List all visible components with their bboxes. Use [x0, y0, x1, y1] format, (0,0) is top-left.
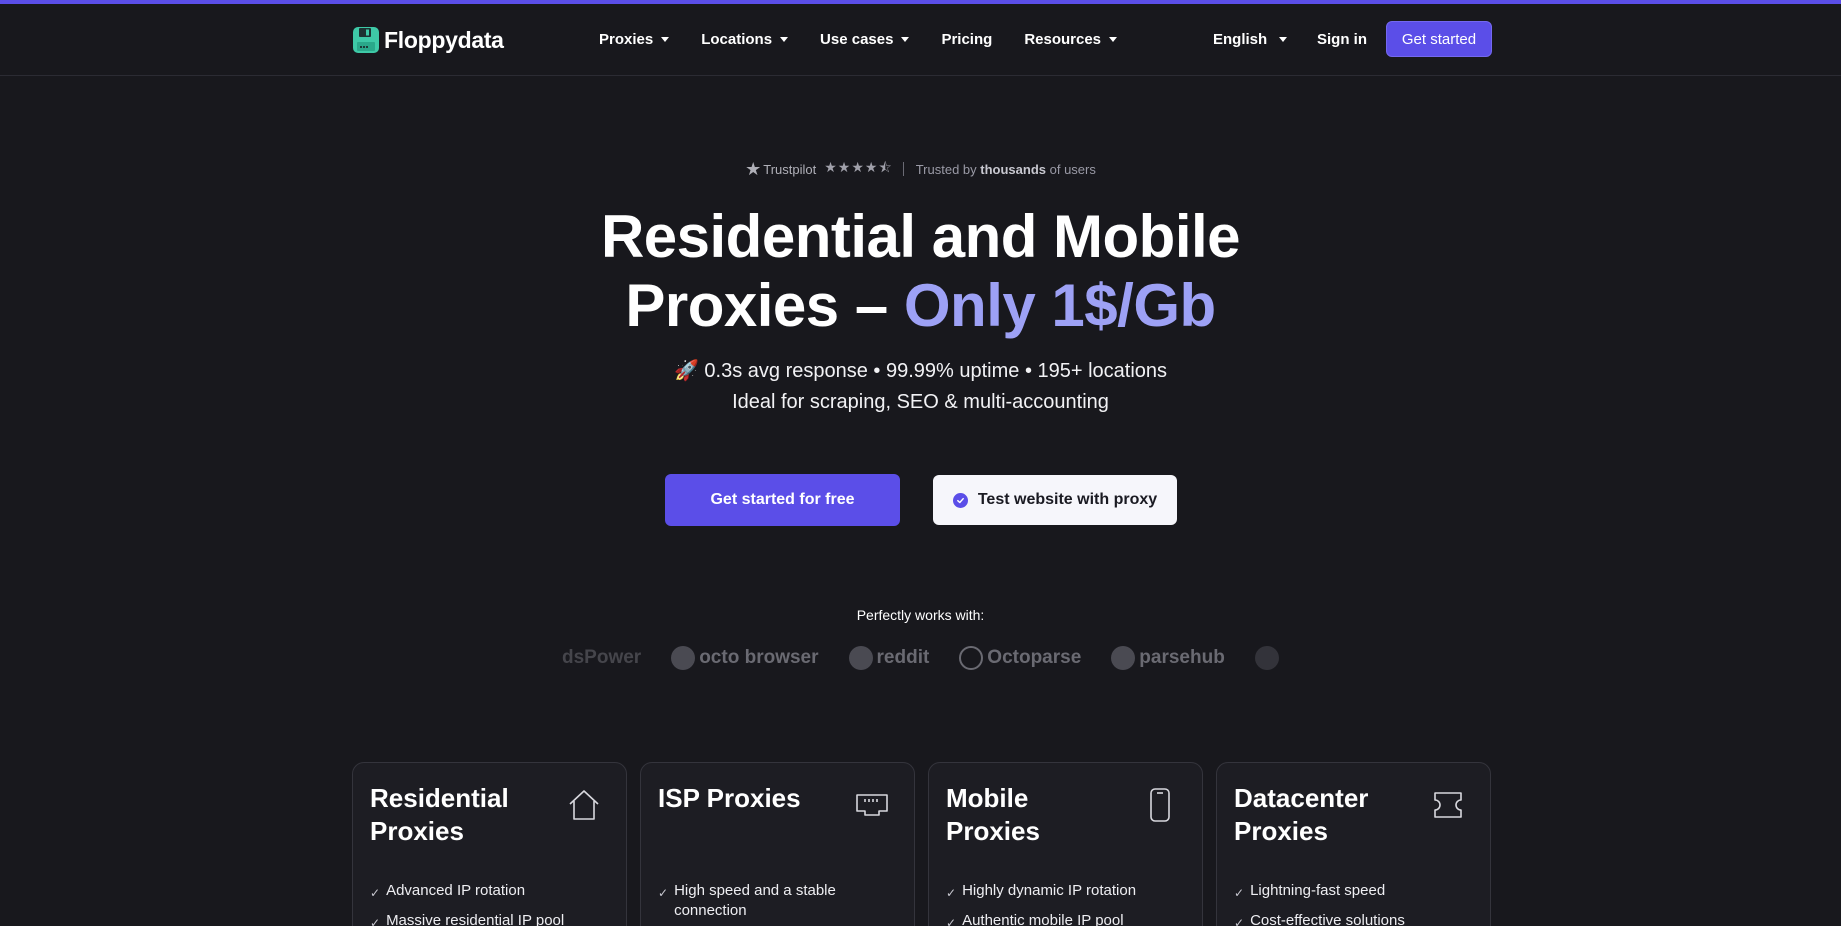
get-started-free-button[interactable]: Get started for free — [665, 474, 900, 526]
reddit-icon — [848, 646, 873, 670]
check-icon: ✓ — [370, 916, 381, 926]
feature-label: Lightning-fast speed — [1250, 882, 1386, 899]
chevron-down-icon — [1279, 37, 1288, 42]
trust-prefix: Trusted by — [915, 161, 981, 177]
site-header: Floppydata Proxies Locations Use cases P… — [0, 4, 1841, 76]
hero-subtitle-line1: 🚀 0.3s avg response • 99.99% uptime • 19… — [673, 360, 1168, 382]
partial-logo-icon — [1254, 646, 1279, 670]
sign-in-link[interactable]: Sign in — [1317, 31, 1367, 48]
feature-label: Authentic mobile IP pool — [962, 912, 1124, 926]
check-icon: ✓ — [946, 916, 957, 926]
octo-browser-logo: octo browser — [671, 646, 819, 670]
parsehub-icon — [1111, 646, 1136, 670]
chevron-down-icon — [1109, 37, 1118, 42]
hero-subtitle: 🚀 0.3s avg response • 99.99% uptime • 19… — [0, 356, 1841, 418]
octo-browser-logo-text: octo browser — [699, 647, 819, 668]
trust-bold: thousands — [980, 161, 1046, 177]
trust-text: Trusted by thousands of users — [916, 162, 1096, 177]
test-website-button[interactable]: Test website with proxy — [933, 475, 1177, 525]
chevron-down-icon — [661, 37, 670, 42]
language-label: English — [1213, 31, 1268, 48]
check-icon: ✓ — [946, 886, 957, 900]
check-icon: ✓ — [370, 886, 381, 900]
trustpilot-brand: Trustpilot — [763, 161, 817, 177]
nav-proxies[interactable]: Proxies — [599, 31, 670, 48]
card-mobile[interactable]: Mobile Proxies ✓ Highly dynamic IP rotati… — [928, 762, 1203, 926]
card-title: Residential Proxies — [370, 783, 509, 846]
reddit-logo: reddit — [848, 646, 930, 670]
nav-locations[interactable]: Locations — [701, 31, 789, 48]
feature-item: ✓ Massive residential IP pool — [370, 911, 610, 926]
parsehub-logo: parsehub — [1111, 646, 1225, 670]
smartphone-icon — [1150, 788, 1170, 822]
chevron-down-icon — [901, 37, 910, 42]
card-title: Mobile Proxies — [946, 783, 1040, 846]
floppy-disk-logo-icon — [353, 27, 379, 53]
octoparse-icon — [959, 646, 984, 670]
adspower-logo-text: dsPower — [562, 647, 642, 668]
trust-suffix: of users — [1046, 161, 1096, 177]
hero-title-line1: Residential and Mobile — [600, 203, 1241, 270]
reddit-logo-text: reddit — [876, 647, 930, 668]
parsehub-logo-text: parsehub — [1139, 647, 1225, 668]
get-started-button[interactable]: Get started — [1386, 21, 1492, 57]
ticket-icon — [1434, 792, 1462, 818]
check-icon: ✓ — [1234, 886, 1245, 900]
octopus-icon — [671, 646, 696, 670]
feature-item: ✓ High speed and a stable connection — [658, 881, 898, 921]
feature-label: Cost-effective solutions — [1250, 912, 1405, 926]
check-circle-icon — [952, 492, 968, 508]
feature-label: Massive residential IP pool — [386, 912, 565, 926]
feature-label: High speed and a stable connection — [674, 882, 836, 919]
feature-label: Highly dynamic IP rotation — [962, 882, 1137, 899]
works-with-heading: Perfectly works with: — [856, 607, 985, 623]
partner-logos: dsPower octo browser reddit Octoparse pa… — [562, 640, 1282, 676]
adspower-logo: dsPower — [562, 647, 641, 669]
feature-item: ✓ Highly dynamic IP rotation — [946, 881, 1186, 903]
ethernet-port-icon — [856, 794, 888, 816]
feature-item: ✓ Advanced IP rotation — [370, 881, 610, 903]
card-residential[interactable]: Residential Proxies ✓ Advanced IP rotatio… — [352, 762, 627, 926]
test-website-label: Test website with proxy — [977, 491, 1158, 508]
nav-resources-label: Resources — [1024, 31, 1102, 48]
card-title: Datacenter Proxies — [1234, 783, 1369, 846]
proxy-cards: Residential Proxies ✓ Advanced IP rotatio… — [352, 762, 1491, 926]
nav-locations-label: Locations — [701, 31, 773, 48]
check-icon: ✓ — [1234, 916, 1245, 926]
feature-item: ✓ Cost-effective solutions — [1234, 911, 1474, 926]
octoparse-logo-text: Octoparse — [987, 647, 1082, 668]
logo[interactable]: Floppydata — [352, 26, 504, 54]
feature-item: ✓ Lightning-fast speed — [1234, 881, 1474, 903]
hero-title-accent: Only 1$/Gb — [903, 272, 1216, 339]
check-icon: ✓ — [658, 886, 669, 900]
chevron-down-icon — [780, 37, 789, 42]
hero-title-line2: Proxies – — [625, 272, 904, 339]
main-nav: Proxies Locations Use cases Pricing Reso… — [599, 31, 1149, 48]
house-icon — [569, 790, 599, 820]
feature-item: ✓ Authentic mobile IP pool — [946, 911, 1186, 926]
divider — [902, 162, 904, 176]
language-selector[interactable]: English — [1213, 31, 1288, 48]
nav-use-cases[interactable]: Use cases — [820, 31, 910, 48]
octoparse-logo: Octoparse — [959, 646, 1081, 670]
nav-resources[interactable]: Resources — [1024, 31, 1118, 48]
nav-pricing-label: Pricing — [941, 31, 993, 48]
rating-stars-icon: ★★★★⯪ — [824, 159, 893, 175]
feature-label: Advanced IP rotation — [386, 882, 526, 899]
trustpilot-bar: ★ Trustpilot ★★★★⯪ Trusted by thousands … — [0, 157, 1841, 181]
card-isp[interactable]: ISP Proxies ✓ High speed and a stable con… — [640, 762, 915, 926]
trustpilot-star-icon: ★ — [745, 158, 762, 179]
nav-proxies-label: Proxies — [599, 31, 654, 48]
card-title: ISP Proxies — [658, 783, 801, 813]
hero-subtitle-line2: Ideal for scraping, SEO & multi-accounti… — [732, 391, 1109, 413]
hero-title: Residential and Mobile Proxies – Only 1$… — [0, 202, 1841, 340]
logo-text: Floppydata — [384, 26, 504, 53]
partial-logo — [1254, 646, 1282, 670]
nav-use-cases-label: Use cases — [820, 31, 894, 48]
nav-pricing[interactable]: Pricing — [941, 31, 992, 48]
card-datacenter[interactable]: Datacenter Proxies ✓ Lightning-fast speed… — [1216, 762, 1491, 926]
